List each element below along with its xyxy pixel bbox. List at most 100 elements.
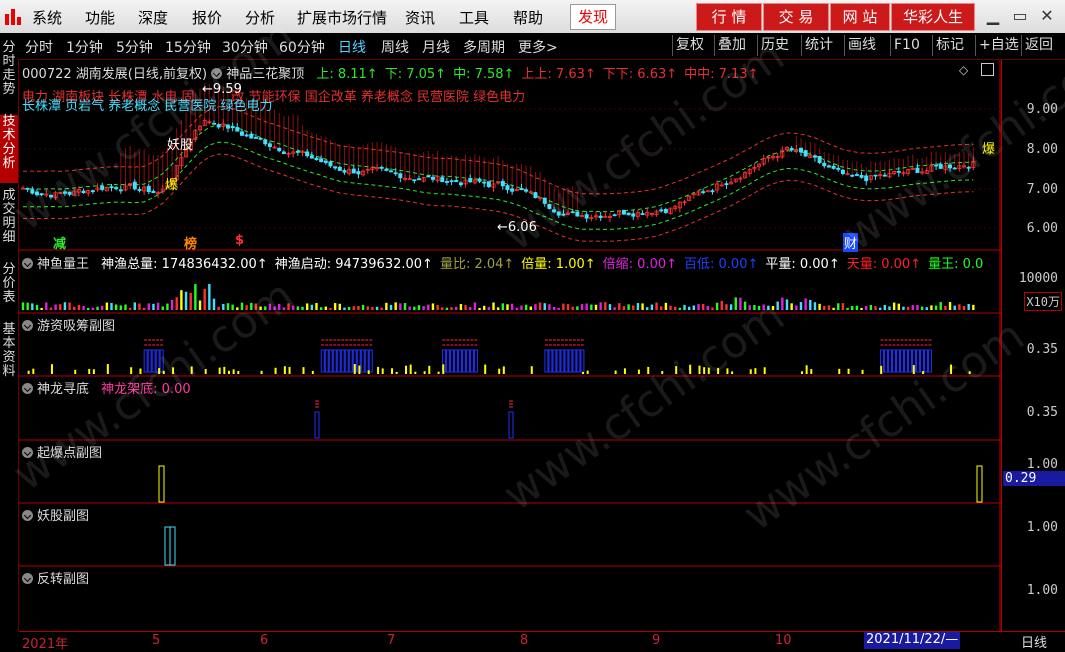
- tab-huacai-life[interactable]: 华彩人生: [891, 3, 975, 31]
- f10-button[interactable]: F10: [890, 35, 923, 56]
- menu-system[interactable]: 系统: [32, 7, 62, 28]
- candle-body: [440, 177, 445, 183]
- candle-body: [836, 167, 841, 170]
- side-tab-technical[interactable]: 技术分析: [0, 115, 18, 183]
- side-tab-fundamentals[interactable]: 基本资料: [0, 323, 18, 391]
- volume-bar: [226, 303, 230, 310]
- menu-help[interactable]: 帮助: [513, 7, 543, 28]
- flag-reduce[interactable]: 减: [53, 233, 66, 252]
- candle-body: [458, 182, 463, 186]
- volume-bar: [63, 302, 67, 310]
- period-5min[interactable]: 5分钟: [116, 37, 153, 57]
- volume-bar: [245, 305, 248, 310]
- tab-website[interactable]: 网 站: [830, 3, 890, 31]
- volume-bar: [515, 307, 519, 310]
- volume-bar: [455, 306, 458, 310]
- volume-bar: [571, 306, 574, 310]
- candle-body: [570, 211, 575, 214]
- menu-news[interactable]: 资讯: [405, 7, 435, 28]
- volume-bar: [906, 306, 910, 310]
- period-multi[interactable]: 多周期: [463, 37, 505, 57]
- accumulation-bar: [172, 367, 175, 374]
- discover-button[interactable]: 发现: [570, 4, 616, 30]
- volume-bar: [333, 303, 337, 310]
- period-intraday[interactable]: 分时: [25, 37, 53, 57]
- chart-settings-icon[interactable]: ◇: [959, 63, 968, 77]
- history-button[interactable]: 历史: [757, 35, 792, 56]
- minimize-icon[interactable]: ▁: [982, 5, 1004, 27]
- volume-bar: [361, 304, 365, 310]
- volume-bar: [268, 303, 272, 310]
- volume-bar: [45, 302, 48, 310]
- flag-dollar[interactable]: $: [235, 233, 244, 248]
- flag-billboard[interactable]: 榜: [184, 233, 197, 252]
- adjust-rights-button[interactable]: 复权: [672, 35, 707, 56]
- subpanel-5-axis: 1.00: [1026, 583, 1058, 598]
- period-15min[interactable]: 15分钟: [165, 37, 211, 57]
- indicator-value: 中中: 7.13↑: [684, 67, 759, 82]
- volume-bar: [520, 305, 523, 310]
- accumulation-block: [457, 349, 462, 373]
- accumulation-bar: [437, 371, 440, 374]
- explode-point-bar: [976, 465, 983, 503]
- add-watchlist-button[interactable]: +自选: [975, 35, 1022, 56]
- subpanel-5-dropdown-icon[interactable]: [22, 573, 33, 584]
- menu-quote[interactable]: 报价: [192, 7, 222, 28]
- volume-bar: [860, 307, 863, 310]
- draw-line-button[interactable]: 画线: [844, 35, 879, 56]
- indicator-dropdown-icon[interactable]: [211, 68, 223, 79]
- candle-body: [468, 178, 473, 183]
- menu-extended-market[interactable]: 扩展市场行情: [297, 7, 387, 28]
- volume-bar: [911, 305, 914, 310]
- chart-layout-icon[interactable]: [981, 63, 994, 76]
- candle-body: [631, 213, 636, 217]
- subpanel-1-dropdown-icon[interactable]: [22, 320, 33, 331]
- chart-area[interactable]: 000722 湖南发展(日线,前复权) 神品三花聚顶 上: 8.11↑ 下: 7.…: [4, 10, 1065, 631]
- maximize-icon[interactable]: ▭: [1009, 5, 1031, 27]
- side-tab-trades[interactable]: 成交明细: [0, 189, 18, 257]
- side-tab-price-table[interactable]: 分价表: [0, 263, 18, 319]
- app-logo-icon[interactable]: [4, 6, 22, 26]
- accumulation-bar: [731, 371, 734, 374]
- accumulation-bar: [414, 371, 417, 374]
- period-more[interactable]: 更多>: [518, 37, 558, 57]
- subpanel-4-dropdown-icon[interactable]: [22, 510, 33, 521]
- candle-body: [328, 161, 333, 167]
- period-60min[interactable]: 60分钟: [279, 37, 325, 57]
- period-30min[interactable]: 30分钟: [222, 37, 268, 57]
- date-label-sep: 9: [652, 633, 661, 648]
- period-monthly[interactable]: 月线: [422, 37, 450, 57]
- menu-tools[interactable]: 工具: [459, 7, 489, 28]
- volume-bar: [948, 302, 952, 310]
- candle-body: [267, 143, 272, 147]
- accumulation-bar: [675, 366, 678, 374]
- overlay-button[interactable]: 叠加: [714, 35, 749, 56]
- volume-bar: [599, 302, 602, 310]
- volume-bar: [809, 299, 812, 310]
- candle-body: [412, 179, 417, 182]
- volume-panel-title: 神鱼量王: [37, 257, 90, 272]
- period-weekly[interactable]: 周线: [381, 37, 409, 57]
- mark-button[interactable]: 标记: [932, 35, 967, 56]
- menu-analysis[interactable]: 分析: [245, 7, 275, 28]
- subpanel-2-dropdown-icon[interactable]: [22, 383, 33, 394]
- period-1min[interactable]: 1分钟: [66, 37, 103, 57]
- period-daily[interactable]: 日线: [338, 37, 366, 57]
- menu-function[interactable]: 功能: [85, 7, 115, 28]
- candle-body: [449, 180, 454, 183]
- close-icon[interactable]: ✕: [1036, 5, 1058, 27]
- subpanel-3-dropdown-icon[interactable]: [22, 447, 33, 458]
- volume-bar: [739, 297, 742, 310]
- flag-finance[interactable]: 财: [843, 233, 859, 252]
- menu-depth[interactable]: 深度: [138, 7, 168, 28]
- volume-bar: [124, 304, 127, 310]
- statistics-button[interactable]: 统计: [801, 35, 836, 56]
- back-button[interactable]: 返回: [1021, 35, 1056, 56]
- tab-market[interactable]: 行 情: [696, 3, 762, 31]
- accumulation-block: [320, 349, 325, 373]
- volume-dropdown-icon[interactable]: [22, 258, 33, 269]
- candle-body: [239, 131, 244, 136]
- tab-trade[interactable]: 交 易: [763, 3, 829, 31]
- side-tab-intraday[interactable]: 分时走势: [0, 41, 18, 109]
- volume-bar: [147, 303, 150, 310]
